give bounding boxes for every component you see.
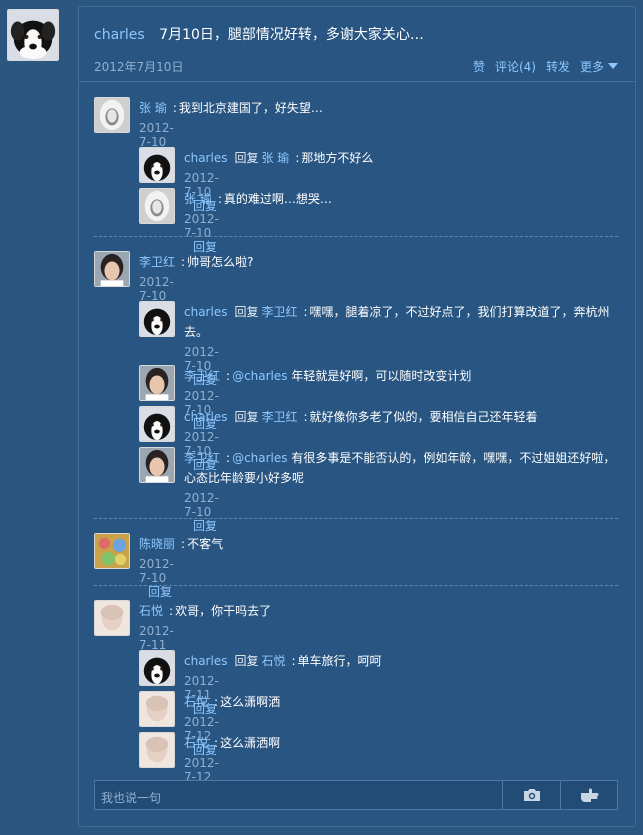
post-author-name[interactable]: charles — [94, 27, 145, 43]
comment-body: charles 回复 李卫红: 嘿嘿，腿着凉了，不过好点了，我们打算改道了，奔杭州去。 — [184, 305, 610, 339]
post-author-avatar[interactable] — [7, 9, 59, 61]
reply-target-name[interactable]: 李卫红 — [261, 305, 297, 319]
commenter-avatar[interactable] — [94, 251, 130, 287]
comment-text: 真的难过啊…想哭… — [223, 192, 332, 206]
comment-body: charles 回复 李卫红: 就好像你多老了似的，要相信自己还年轻着 — [184, 410, 538, 424]
post-actions: 赞 评论(4) 转发 更多 — [473, 58, 618, 75]
comment-input-bar: 我也说一句 — [94, 780, 618, 810]
comment-body: 石悦: 这么潇洒啊 — [184, 736, 281, 750]
comment-text: 帅哥怎么啦? — [187, 255, 254, 269]
comment-body: 石悦: 欢哥，你干吗去了 — [139, 604, 272, 618]
comment-input[interactable]: 我也说一句 — [101, 789, 161, 806]
more-label: 更多 — [579, 60, 604, 74]
share-button[interactable]: 转发 — [546, 58, 570, 75]
commenter-name[interactable]: 石悦 — [184, 695, 208, 709]
post-header: charles 7月10日，腿部情况好转，多谢大家关心… — [94, 24, 424, 44]
comment-text: 这么潇洒啊 — [220, 736, 281, 750]
commenter-avatar[interactable] — [139, 650, 175, 686]
comment-body: 李卫红: 帅哥怎么啦? — [139, 255, 254, 269]
commenter-name[interactable]: charles — [184, 654, 227, 668]
comment-body: 张 瑜: 真的难过啊…想哭… — [184, 192, 332, 206]
commenter-avatar[interactable] — [94, 533, 130, 569]
pointing-hand-icon — [580, 788, 598, 802]
post-date: 2012年7月10日 — [94, 60, 184, 74]
commenter-name[interactable]: charles — [184, 410, 227, 424]
commenter-avatar[interactable] — [139, 691, 175, 727]
comment-button[interactable]: 评论(4) — [495, 58, 536, 75]
reply-link[interactable]: 回复 — [148, 585, 172, 599]
comment-body: 李卫红: @charles 有很多事是不能否认的，例如年龄，嘿嘿，不过姐姐还好啦，… — [184, 451, 616, 485]
reply-link[interactable]: 回复 — [193, 519, 217, 533]
commenter-name[interactable]: 张 瑜 — [139, 101, 167, 115]
commenter-name[interactable]: 李卫红 — [184, 451, 220, 465]
comment-body: charles 回复张 瑜: 那地方不好么 — [184, 151, 374, 165]
comment-date: 2012-7-10 — [139, 275, 174, 303]
comment-text: 就好像你多老了似的，要相信自己还年轻着 — [309, 410, 538, 424]
commenter-name[interactable]: charles — [184, 151, 227, 165]
reply-target-name[interactable]: 石悦 — [261, 654, 285, 668]
more-button[interactable]: 更多 — [580, 58, 618, 75]
commenter-name[interactable]: 陈晓丽 — [139, 537, 175, 551]
comment-text: 欢哥，你干吗去了 — [175, 604, 272, 618]
comment-text: 那地方不好么 — [301, 151, 374, 165]
reply-word: 回复 — [234, 654, 259, 668]
thread-divider — [94, 236, 618, 237]
commenter-avatar[interactable] — [139, 406, 175, 442]
reply-word: 回复 — [234, 151, 259, 165]
comment-text: 这么潇啊洒 — [220, 695, 281, 709]
thread-divider — [94, 518, 618, 519]
commenter-name[interactable]: 石悦 — [139, 604, 163, 618]
commenter-avatar[interactable] — [139, 447, 175, 483]
comment-body: 李卫红: @charles 年轻就是好啊，可以随时改变计划 — [184, 369, 472, 383]
mention-link[interactable]: @charles — [232, 451, 287, 465]
commenter-avatar[interactable] — [139, 147, 175, 183]
commenter-name[interactable]: 石悦 — [184, 736, 208, 750]
comment-meta: 2012-7-10回复 — [184, 491, 219, 533]
post-text: 7月10日，腿部情况好转，多谢大家关心… — [159, 27, 424, 43]
commenter-name[interactable]: charles — [184, 305, 227, 319]
camera-button[interactable] — [502, 781, 560, 809]
header-divider — [79, 81, 635, 82]
commenter-name[interactable]: 李卫红 — [184, 369, 220, 383]
commenter-avatar[interactable] — [139, 301, 175, 337]
reply-word: 回复 — [234, 305, 259, 319]
commenter-avatar[interactable] — [94, 97, 130, 133]
camera-icon — [523, 789, 540, 801]
comment-date: 2012-7-10 — [139, 557, 174, 585]
reply-target-name[interactable]: 李卫红 — [261, 410, 297, 424]
commenter-avatar[interactable] — [139, 188, 175, 224]
chevron-down-icon — [608, 63, 618, 69]
commenter-avatar[interactable] — [139, 365, 175, 401]
comment-body: 张 瑜: 我到北京建国了，好失望… — [139, 101, 323, 115]
comment-meta: 2012-7-10回复 — [184, 212, 219, 254]
comment-text: 单车旅行，呵呵 — [297, 654, 382, 668]
thread-divider — [94, 585, 618, 586]
comment-date: 2012-7-11 — [139, 624, 174, 652]
reply-word: 回复 — [234, 410, 259, 424]
comment-text: 年轻就是好啊，可以随时改变计划 — [291, 369, 472, 383]
comment-date: 2012-7-10 — [184, 491, 219, 519]
commenter-name[interactable]: 张 瑜 — [184, 192, 212, 206]
commenter-name[interactable]: 李卫红 — [139, 255, 175, 269]
mention-link[interactable]: @charles — [232, 369, 287, 383]
commenter-avatar[interactable] — [94, 600, 130, 636]
comment-text: 不客气 — [187, 537, 224, 551]
like-button[interactable]: 赞 — [473, 58, 485, 75]
comment-text: 我到北京建国了，好失望… — [178, 101, 323, 115]
comment-body: 陈晓丽: 不客气 — [139, 537, 224, 551]
comment-body: 石悦: 这么潇啊洒 — [184, 695, 281, 709]
comment-body: charles 回复 石悦: 单车旅行，呵呵 — [184, 654, 382, 668]
commenter-avatar[interactable] — [139, 732, 175, 768]
comment-date: 2012-7-10 — [139, 121, 174, 149]
reply-target-name[interactable]: 张 瑜 — [261, 151, 289, 165]
pointing-hand-button[interactable] — [560, 781, 618, 809]
comment-meta: 2012-7-10回复 — [139, 557, 174, 599]
